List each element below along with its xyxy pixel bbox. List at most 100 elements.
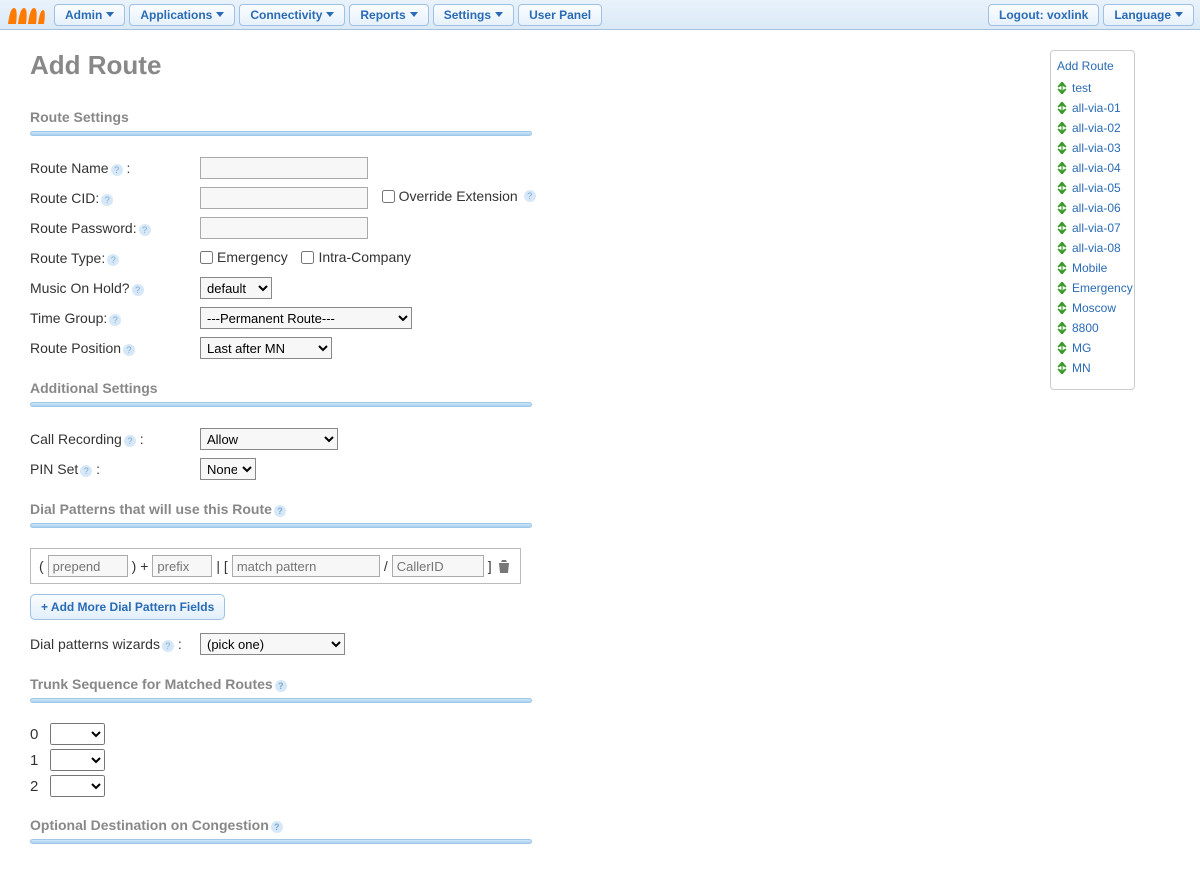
route-name-input[interactable] — [200, 157, 368, 179]
menu-connectivity[interactable]: Connectivity — [239, 4, 345, 26]
label-override-extension: Override Extension — [399, 188, 518, 204]
help-icon[interactable]: ? — [123, 344, 135, 356]
sidebar-route-item[interactable]: Moscow — [1057, 301, 1128, 315]
sidebar-route-link[interactable]: MN — [1072, 361, 1091, 375]
help-icon[interactable]: ? — [524, 190, 536, 202]
language-button[interactable]: Language — [1103, 4, 1194, 26]
menu-applications[interactable]: Applications — [129, 4, 235, 26]
sidebar-route-item[interactable]: all-via-08 — [1057, 241, 1128, 255]
sidebar-route-link[interactable]: MG — [1072, 341, 1091, 355]
section-divider — [30, 402, 532, 407]
trash-icon[interactable] — [496, 558, 512, 574]
sidebar-route-link[interactable]: all-via-03 — [1072, 141, 1121, 155]
trunk-row: 1 — [30, 749, 1030, 771]
sidebar-route-link[interactable]: Moscow — [1072, 301, 1116, 315]
route-password-input[interactable] — [200, 217, 368, 239]
help-icon[interactable]: ? — [274, 505, 286, 517]
dial-wizards-select[interactable]: (pick one) — [200, 633, 345, 655]
sidebar-route-item[interactable]: all-via-01 — [1057, 101, 1128, 115]
sort-arrow-icon — [1057, 302, 1067, 314]
sidebar-route-item[interactable]: all-via-06 — [1057, 201, 1128, 215]
pin-set-select[interactable]: None — [200, 458, 256, 480]
top-menubar: AdminApplicationsConnectivityReportsSett… — [0, 0, 1200, 30]
sidebar-route-item[interactable]: MN — [1057, 361, 1128, 375]
section-dial-patterns: Dial Patterns that will use this Route — [30, 501, 272, 517]
help-icon[interactable]: ? — [124, 435, 136, 447]
label-route-name: Route Name — [30, 160, 109, 176]
page-title: Add Route — [30, 50, 1030, 81]
menu-user-panel[interactable]: User Panel — [518, 4, 602, 26]
sidebar-route-link[interactable]: Mobile — [1072, 261, 1107, 275]
sidebar-route-item[interactable]: all-via-02 — [1057, 121, 1128, 135]
override-extension-checkbox[interactable] — [382, 190, 395, 203]
trunk-row: 2 — [30, 775, 1030, 797]
sidebar-route-link[interactable]: Emergency — [1072, 281, 1133, 295]
help-icon[interactable]: ? — [109, 314, 121, 326]
trunk-select[interactable] — [50, 749, 105, 771]
help-icon[interactable]: ? — [139, 224, 151, 236]
intra-company-checkbox[interactable] — [301, 251, 314, 264]
help-icon[interactable]: ? — [275, 680, 287, 692]
sort-arrow-icon — [1057, 142, 1067, 154]
prefix-input[interactable] — [152, 555, 212, 577]
section-additional: Additional Settings — [30, 380, 1030, 396]
callerid-input[interactable] — [392, 555, 484, 577]
sidebar-route-link[interactable]: all-via-07 — [1072, 221, 1121, 235]
sort-arrow-icon — [1057, 202, 1067, 214]
sidebar-route-item[interactable]: all-via-04 — [1057, 161, 1128, 175]
sidebar-route-item[interactable]: 8800 — [1057, 321, 1128, 335]
sidebar-route-link[interactable]: all-via-04 — [1072, 161, 1121, 175]
sidebar-route-link[interactable]: 8800 — [1072, 321, 1099, 335]
menu-admin[interactable]: Admin — [54, 4, 125, 26]
help-icon[interactable]: ? — [162, 640, 174, 652]
sidebar-route-link[interactable]: test — [1072, 81, 1091, 95]
label-intra-company: Intra-Company — [318, 249, 411, 265]
sidebar-add-route[interactable]: Add Route — [1057, 59, 1128, 73]
sidebar-route-item[interactable]: all-via-07 — [1057, 221, 1128, 235]
sidebar-route-item[interactable]: all-via-03 — [1057, 141, 1128, 155]
help-icon[interactable]: ? — [111, 164, 123, 176]
match-pattern-input[interactable] — [232, 555, 380, 577]
sidebar-route-link[interactable]: all-via-05 — [1072, 181, 1121, 195]
label-emergency: Emergency — [217, 249, 288, 265]
help-icon[interactable]: ? — [101, 194, 113, 206]
chevron-down-icon — [106, 12, 114, 17]
route-sidebar: Add Route test all-via-01 all-via-02 all-vi… — [1050, 50, 1135, 390]
menu-reports[interactable]: Reports — [349, 4, 428, 26]
sidebar-route-item[interactable]: Emergency — [1057, 281, 1128, 295]
help-icon[interactable]: ? — [132, 284, 144, 296]
trunk-index: 1 — [30, 752, 38, 769]
menu-settings[interactable]: Settings — [433, 4, 514, 26]
sort-arrow-icon — [1057, 282, 1067, 294]
section-divider — [30, 839, 532, 844]
call-recording-select[interactable]: Allow — [200, 428, 338, 450]
sidebar-route-link[interactable]: all-via-02 — [1072, 121, 1121, 135]
trunk-select[interactable] — [50, 775, 105, 797]
sidebar-route-item[interactable]: MG — [1057, 341, 1128, 355]
prepend-input[interactable] — [48, 555, 128, 577]
add-dial-pattern-button[interactable]: + Add More Dial Pattern Fields — [30, 594, 225, 620]
emergency-checkbox[interactable] — [200, 251, 213, 264]
sort-arrow-icon — [1057, 102, 1067, 114]
help-icon[interactable]: ? — [271, 821, 283, 833]
label-pin-set: PIN Set — [30, 461, 78, 477]
route-position-select[interactable]: Last after MN — [200, 337, 332, 359]
help-icon[interactable]: ? — [107, 254, 119, 266]
help-icon[interactable]: ? — [80, 465, 92, 477]
sidebar-route-link[interactable]: all-via-06 — [1072, 201, 1121, 215]
sidebar-route-item[interactable]: test — [1057, 81, 1128, 95]
sidebar-route-link[interactable]: all-via-08 — [1072, 241, 1121, 255]
sort-arrow-icon — [1057, 162, 1067, 174]
label-route-type: Route Type: — [30, 250, 105, 266]
trunk-select[interactable] — [50, 723, 105, 745]
label-route-password: Route Password: — [30, 220, 137, 236]
sidebar-route-item[interactable]: Mobile — [1057, 261, 1128, 275]
moh-select[interactable]: default — [200, 277, 272, 299]
label-dial-wizards: Dial patterns wizards — [30, 636, 160, 652]
section-congestion: Optional Destination on Congestion — [30, 817, 269, 833]
sidebar-route-link[interactable]: all-via-01 — [1072, 101, 1121, 115]
sidebar-route-item[interactable]: all-via-05 — [1057, 181, 1128, 195]
route-cid-input[interactable] — [200, 187, 368, 209]
logout-button[interactable]: Logout: voxlink — [988, 4, 1099, 26]
time-group-select[interactable]: ---Permanent Route--- — [200, 307, 412, 329]
